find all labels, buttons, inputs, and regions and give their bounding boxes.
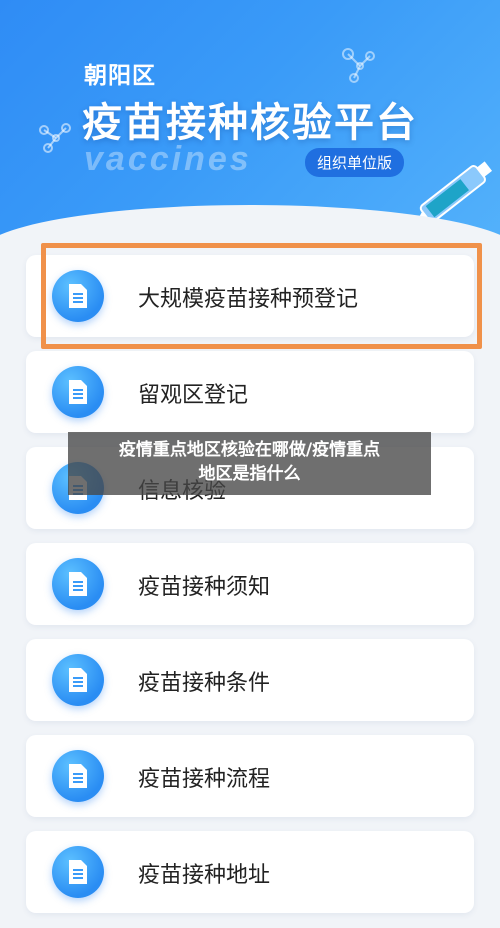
caption-line-2: 地区是指什么 (198, 464, 301, 484)
district-name: 朝阳区 (84, 63, 156, 89)
caption-line-1: 疫情重点地区核验在哪做/疫情重点 (118, 440, 381, 460)
molecule-icon (342, 48, 375, 83)
menu-item-label: 疫苗接种流程 (138, 767, 271, 792)
menu-item-label: 疫苗接种条件 (138, 671, 271, 696)
document-icon (52, 558, 104, 610)
menu-item-label: 疫苗接种地址 (138, 863, 271, 888)
menu-item-vaccination-process[interactable]: 疫苗接种流程 (26, 735, 474, 817)
document-icon (52, 846, 104, 898)
document-icon (52, 366, 104, 418)
menu-item-vaccination-notice[interactable]: 疫苗接种须知 (26, 543, 474, 625)
menu-item-vaccination-conditions[interactable]: 疫苗接种条件 (26, 639, 474, 721)
menu-item-label: 留观区登记 (138, 383, 249, 408)
header-banner: 朝阳区 疫苗接种核验平台 vaccines 组织单位版 (0, 0, 500, 260)
menu-item-vaccination-address[interactable]: 疫苗接种地址 (26, 831, 474, 913)
caption-overlay: 疫情重点地区核验在哪做/疫情重点 地区是指什么 (68, 432, 431, 495)
highlight-frame (41, 243, 482, 349)
molecule-icon (39, 123, 71, 153)
menu-item-observation-registration[interactable]: 留观区登记 (26, 351, 474, 433)
document-icon (52, 654, 104, 706)
document-icon (52, 750, 104, 802)
vaccines-wordmark: vaccines (84, 140, 252, 178)
menu-item-label: 疫苗接种须知 (138, 575, 271, 600)
